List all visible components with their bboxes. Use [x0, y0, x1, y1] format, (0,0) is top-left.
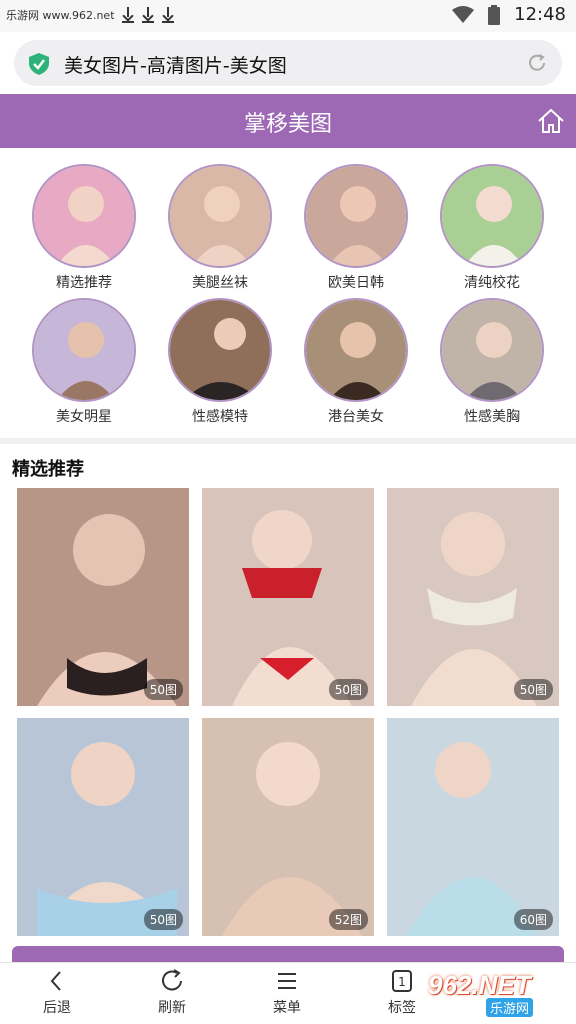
status-bar: 乐游网 www.962.net 12:48 [0, 0, 576, 32]
category-label: 港台美女 [328, 409, 384, 425]
category-label: 清纯校花 [464, 275, 520, 291]
menu-icon[interactable] [273, 967, 301, 995]
section-divider [0, 438, 576, 444]
watermark-number: 962.NET [428, 970, 531, 1000]
nav-menu[interactable]: 菜单 [247, 967, 327, 1017]
photo-count-badge: 50图 [513, 679, 553, 700]
nav-back[interactable]: 后退 [17, 967, 97, 1017]
bottom-nav: 后退 刷新 菜单 1 标签 962.NET 乐游网 [0, 962, 576, 1024]
photo-card[interactable]: 52图 [202, 718, 374, 936]
home-icon[interactable] [536, 106, 566, 136]
nav-label: 后退 [43, 1000, 71, 1016]
category-item[interactable]: 欧美日韩 [296, 164, 416, 292]
photo-count-badge: 50图 [143, 909, 183, 930]
watermark-text: 乐游网 [486, 998, 534, 1017]
tabs-count: 1 [398, 975, 406, 989]
category-label: 性感模特 [192, 409, 248, 425]
category-label: 性感美胸 [464, 409, 520, 425]
wifi-icon [452, 5, 475, 23]
download-icon [121, 7, 135, 23]
photo-card[interactable]: 50图 [387, 488, 559, 706]
battery-icon [488, 4, 501, 25]
shield-icon [29, 53, 49, 75]
category-item[interactable]: 性感美胸 [432, 298, 552, 426]
page-title-text[interactable]: 美女图片-高清图片-美女图 [64, 51, 287, 78]
back-icon[interactable] [43, 967, 71, 995]
category-label: 美腿丝袜 [192, 275, 248, 291]
more-button[interactable] [12, 946, 564, 962]
photo-card[interactable]: 50图 [17, 488, 189, 706]
category-thumb[interactable] [32, 164, 136, 268]
download-icon [161, 7, 175, 23]
category-label: 美女明星 [56, 409, 112, 425]
photo-count-badge: 50图 [328, 679, 368, 700]
category-label: 欧美日韩 [328, 275, 384, 291]
reload-icon[interactable] [526, 52, 548, 74]
category-thumb[interactable] [32, 298, 136, 402]
watermark-logo: 962.NET 乐游网 [428, 970, 570, 1020]
photo-count-badge: 60图 [513, 909, 553, 930]
category-item[interactable]: 美腿丝袜 [160, 164, 280, 292]
section-title: 精选推荐 [12, 459, 84, 480]
category-item[interactable]: 港台美女 [296, 298, 416, 426]
photo-card[interactable]: 50图 [202, 488, 374, 706]
category-item[interactable]: 清纯校花 [432, 164, 552, 292]
clock: 12:48 [514, 4, 566, 25]
category-label: 精选推荐 [56, 275, 112, 291]
category-thumb[interactable] [168, 164, 272, 268]
category-thumb[interactable] [168, 298, 272, 402]
category-item[interactable]: 精选推荐 [24, 164, 144, 292]
category-thumb[interactable] [440, 164, 544, 268]
photo-card[interactable]: 50图 [17, 718, 189, 936]
status-left: 乐游网 www.962.net [6, 7, 175, 23]
nav-refresh[interactable]: 刷新 [132, 967, 212, 1017]
photo-count-badge: 52图 [328, 909, 368, 930]
site-title: 掌移美图 [243, 112, 332, 137]
site-header: 掌移美图 [0, 94, 576, 148]
nav-label: 刷新 [158, 1000, 186, 1016]
category-item[interactable]: 美女明星 [24, 298, 144, 426]
tabs-icon[interactable]: 1 [388, 967, 416, 995]
category-thumb[interactable] [440, 298, 544, 402]
category-item[interactable]: 性感模特 [160, 298, 280, 426]
nav-label: 菜单 [273, 1000, 301, 1016]
download-icon [141, 7, 155, 23]
photo-card[interactable]: 60图 [387, 718, 559, 936]
category-thumb[interactable] [304, 164, 408, 268]
status-left-text: 乐游网 www.962.net [6, 9, 115, 22]
category-thumb[interactable] [304, 298, 408, 402]
address-bar[interactable]: 美女图片-高清图片-美女图 [14, 40, 562, 86]
refresh-icon[interactable] [158, 967, 186, 995]
photo-count-badge: 50图 [143, 679, 183, 700]
